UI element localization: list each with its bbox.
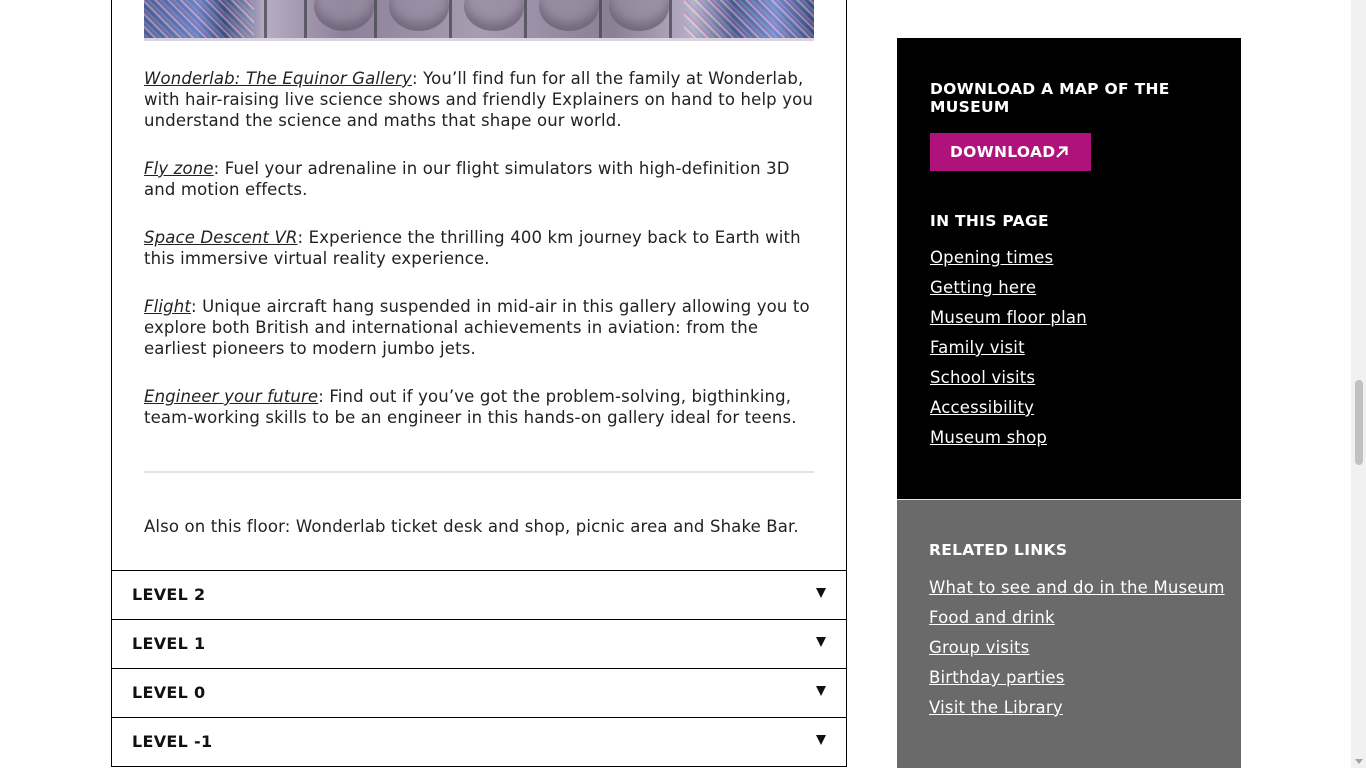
- divider: [144, 471, 814, 473]
- page-scrollbar[interactable]: [1351, 0, 1366, 768]
- caret-down-icon: [816, 686, 826, 696]
- link-family-visit[interactable]: Family visit: [930, 338, 1025, 357]
- related-links-list: What to see and do in the Museum Food an…: [929, 576, 1225, 726]
- link-birthday-parties[interactable]: Birthday parties: [929, 668, 1065, 687]
- link-engineer-your-future[interactable]: Engineer your future: [144, 387, 318, 406]
- scrollbar-thumb[interactable]: [1355, 380, 1363, 465]
- list-item: Birthday parties: [929, 666, 1225, 696]
- gallery-paragraph-wonderlab: Wonderlab: The Equinor Gallery: You’ll f…: [144, 68, 816, 131]
- gallery-description: : Fuel your adrenaline in our flight sim…: [144, 159, 790, 199]
- level-label: LEVEL 0: [132, 683, 206, 702]
- gallery-image: [144, 0, 814, 41]
- list-item: Family visit: [930, 336, 1087, 366]
- level-label: LEVEL 2: [132, 585, 206, 604]
- list-item: School visits: [930, 366, 1087, 396]
- list-item: Group visits: [929, 636, 1225, 666]
- gallery-paragraph-flight: Flight: Unique aircraft hang suspended i…: [144, 296, 816, 359]
- link-school-visits[interactable]: School visits: [930, 368, 1035, 387]
- list-item: Food and drink: [929, 606, 1225, 636]
- link-getting-here[interactable]: Getting here: [930, 278, 1036, 297]
- gallery-paragraph-space-descent: Space Descent VR: Experience the thrilli…: [144, 227, 816, 269]
- link-food-and-drink[interactable]: Food and drink: [929, 608, 1055, 627]
- list-item: Opening times: [930, 246, 1087, 276]
- scroll-down-icon[interactable]: [1355, 759, 1363, 764]
- list-item: Visit the Library: [929, 696, 1225, 726]
- in-this-page-heading: IN THIS PAGE: [930, 212, 1049, 230]
- caret-down-icon: [816, 588, 826, 598]
- caret-down-icon: [816, 637, 826, 647]
- link-visit-the-library[interactable]: Visit the Library: [929, 698, 1063, 717]
- list-item: What to see and do in the Museum: [929, 576, 1225, 606]
- link-space-descent-vr[interactable]: Space Descent VR: [144, 228, 298, 247]
- link-museum-shop[interactable]: Museum shop: [930, 428, 1047, 447]
- list-item: Accessibility: [930, 396, 1087, 426]
- level-label: LEVEL -1: [132, 732, 213, 751]
- link-flight[interactable]: Flight: [144, 297, 191, 316]
- link-group-visits[interactable]: Group visits: [929, 638, 1029, 657]
- also-on-floor-text: Also on this floor: Wonderlab ticket des…: [144, 517, 799, 536]
- level-label: LEVEL 1: [132, 634, 206, 653]
- sidebar-map-box: DOWNLOAD A MAP OF THE MUSEUM DOWNLOAD IN…: [897, 38, 1241, 499]
- level-minus-1-accordion[interactable]: LEVEL -1: [111, 717, 847, 767]
- link-accessibility[interactable]: Accessibility: [930, 398, 1034, 417]
- link-what-to-see[interactable]: What to see and do in the Museum: [929, 578, 1225, 597]
- arrow-up-right-icon: [1056, 146, 1068, 158]
- link-wonderlab[interactable]: Wonderlab: The Equinor Gallery: [144, 69, 412, 88]
- related-links-heading: RELATED LINKS: [929, 541, 1068, 559]
- list-item: Getting here: [930, 276, 1087, 306]
- list-item: Museum shop: [930, 426, 1087, 456]
- gallery-paragraph-engineer: Engineer your future: Find out if you’ve…: [144, 386, 816, 428]
- floor-content-panel: Wonderlab: The Equinor Gallery: You’ll f…: [111, 0, 847, 571]
- level-1-accordion[interactable]: LEVEL 1: [111, 619, 847, 669]
- map-download-title: DOWNLOAD A MAP OF THE MUSEUM: [930, 80, 1170, 116]
- gallery-description: : Unique aircraft hang suspended in mid-…: [144, 297, 810, 358]
- caret-down-icon: [816, 735, 826, 745]
- link-fly-zone[interactable]: Fly zone: [144, 159, 214, 178]
- page: Wonderlab: The Equinor Gallery: You’ll f…: [0, 0, 1366, 768]
- level-0-accordion[interactable]: LEVEL 0: [111, 668, 847, 718]
- link-opening-times[interactable]: Opening times: [930, 248, 1053, 267]
- sidebar-related-links-box: RELATED LINKS What to see and do in the …: [897, 499, 1241, 768]
- download-button-label: DOWNLOAD: [950, 143, 1056, 161]
- list-item: Museum floor plan: [930, 306, 1087, 336]
- download-map-button[interactable]: DOWNLOAD: [930, 133, 1091, 171]
- in-this-page-list: Opening times Getting here Museum floor …: [930, 246, 1087, 456]
- gallery-paragraph-fly-zone: Fly zone: Fuel your adrenaline in our fl…: [144, 158, 816, 200]
- level-2-accordion[interactable]: LEVEL 2: [111, 570, 847, 620]
- link-museum-floor-plan[interactable]: Museum floor plan: [930, 308, 1087, 327]
